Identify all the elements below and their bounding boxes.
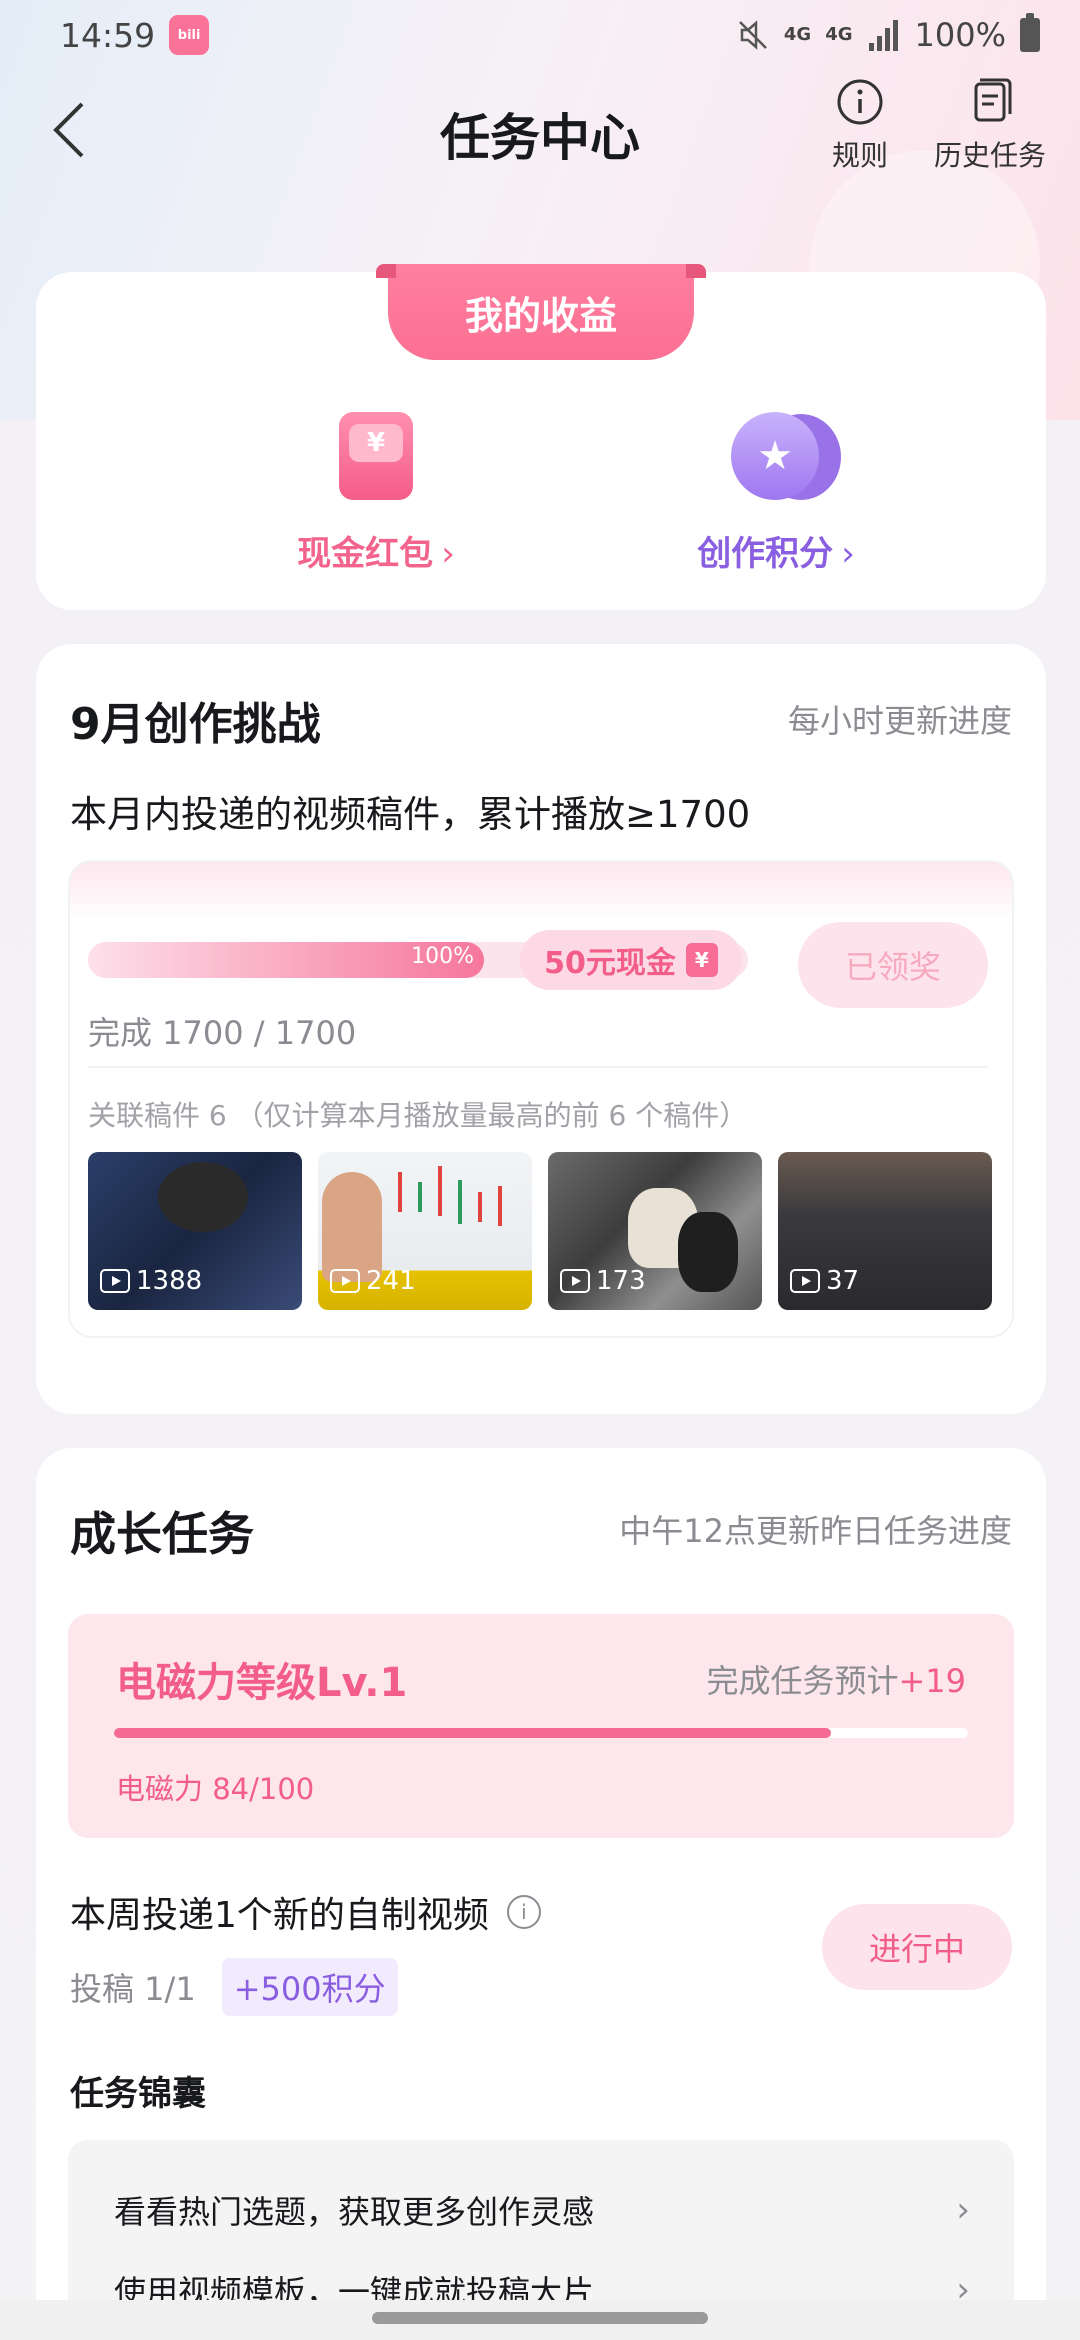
related-videos-text: 关联稿件 6 （仅计算本月播放量最高的前 6 个稿件） xyxy=(88,1099,748,1132)
challenge-title: 9月创作挑战 xyxy=(70,699,321,750)
level-estimate-value: +19 xyxy=(898,1662,966,1700)
document-icon xyxy=(974,78,1012,122)
info-icon[interactable]: i xyxy=(506,1895,541,1929)
level-estimate-label: 完成任务预计 xyxy=(706,1662,899,1700)
play-count: 1388 xyxy=(136,1266,203,1296)
task-points-badge: +500积分 xyxy=(221,1958,398,2016)
video-thumbnail[interactable]: 173 xyxy=(548,1152,762,1310)
mute-icon xyxy=(739,20,767,50)
nav-bar: 任务中心 规则 历史任务 xyxy=(0,70,1080,190)
red-packet-icon: ¥ xyxy=(331,412,421,502)
tip-label: 看看热门选题，获取更多创作灵感 xyxy=(114,2193,595,2231)
reward-badge: 50元现金 ¥ xyxy=(520,930,742,990)
my-earnings-tab: 我的收益 xyxy=(376,264,706,360)
play-count-icon xyxy=(100,1269,130,1293)
monthly-challenge-card: 9月创作挑战 每小时更新进度 本月内投递的视频稿件，累计播放≥1700 100%… xyxy=(36,644,1046,1414)
play-count: 241 xyxy=(366,1266,416,1296)
battery-icon xyxy=(1020,13,1040,52)
weekly-task: 本周投递1个新的自制视频 i xyxy=(70,1886,541,1938)
completion-text: 完成 1700 / 1700 xyxy=(88,1014,357,1052)
yen-symbol: ¥ xyxy=(349,424,403,462)
progress-percent: 100% xyxy=(411,944,474,969)
history-tasks-label: 历史任务 xyxy=(933,139,1046,172)
page-title: 任务中心 xyxy=(440,109,640,167)
level-value: 电磁力 84/100 xyxy=(116,1772,315,1806)
play-count: 37 xyxy=(826,1266,860,1296)
play-count-icon xyxy=(790,1269,820,1293)
my-earnings-card: 我的收益 ¥ 现金红包 › ★ 创作积分 › xyxy=(36,264,1046,610)
chevron-right-icon: › xyxy=(956,2190,970,2230)
battery-percent: 100% xyxy=(914,16,1006,54)
electromagnetic-level-box: 电磁力等级Lv.1 完成任务预计+19 电磁力 84/100 xyxy=(68,1614,1014,1838)
rules-label: 规则 xyxy=(831,139,888,172)
growth-title: 成长任务 xyxy=(70,1507,254,1561)
reward-label: 50元现金 xyxy=(544,946,676,981)
chevron-right-icon: › xyxy=(441,534,455,574)
level-title: 电磁力等级Lv.1 xyxy=(116,1660,408,1706)
play-count-icon xyxy=(560,1269,590,1293)
growth-tasks-card: 成长任务 中午12点更新昨日任务进度 电磁力等级Lv.1 完成任务预计+19 电… xyxy=(36,1448,1046,2340)
creation-points-button[interactable]: ★ 创作积分 › xyxy=(656,412,896,575)
creation-points-label: 创作积分 xyxy=(697,534,834,574)
bilibili-app-icon: bili xyxy=(169,15,210,55)
divider xyxy=(88,1066,988,1068)
list-item[interactable]: 看看热门选题，获取更多创作灵感 › xyxy=(114,2180,970,2240)
star-coin-icon: ★ xyxy=(731,412,841,502)
task-title: 本周投递1个新的自制视频 xyxy=(70,1895,489,1936)
task-tips-title: 任务锦囊 xyxy=(70,2074,206,2114)
status-time: 14:59 xyxy=(60,15,156,55)
level-progress-bar xyxy=(114,1728,968,1738)
challenge-description: 本月内投递的视频稿件，累计播放≥1700 xyxy=(70,793,751,836)
claimed-button[interactable]: 已领奖 xyxy=(798,922,988,1008)
challenge-update-note: 每小时更新进度 xyxy=(787,702,1012,740)
history-tasks-button[interactable]: 历史任务 xyxy=(920,78,1060,174)
network-4g-label: 4G xyxy=(783,24,812,45)
task-details: 投稿 1/1 +500积分 xyxy=(70,1958,398,2016)
chevron-right-icon: › xyxy=(841,534,855,574)
yen-icon: ¥ xyxy=(685,943,718,977)
video-thumbnails: 1388 241 173 37 xyxy=(88,1152,994,1312)
cash-red-packet-button[interactable]: ¥ 现金红包 › xyxy=(256,412,496,575)
video-thumbnail[interactable]: 241 xyxy=(318,1152,532,1310)
play-count-icon xyxy=(330,1269,360,1293)
home-indicator[interactable] xyxy=(372,2312,708,2324)
level-progress-fill xyxy=(114,1728,832,1738)
network-4g-label-2: 4G xyxy=(825,24,853,45)
challenge-progress-fill: 100% xyxy=(88,942,484,978)
video-thumbnail[interactable]: 1388 xyxy=(88,1152,302,1310)
in-progress-button[interactable]: 进行中 xyxy=(822,1904,1012,1990)
info-circle-icon xyxy=(837,79,883,125)
task-count: 投稿 1/1 xyxy=(70,1970,196,2008)
video-thumbnail[interactable]: 37 xyxy=(778,1152,992,1310)
play-count: 173 xyxy=(596,1266,646,1296)
growth-update-note: 中午12点更新昨日任务进度 xyxy=(619,1512,1012,1550)
cash-red-packet-label: 现金红包 xyxy=(297,534,434,574)
level-estimate: 完成任务预计+19 xyxy=(706,1656,966,1702)
signal-icon xyxy=(868,20,898,51)
challenge-progress-box: 100% 50元现金 ¥ 已领奖 完成 1700 / 1700 关联稿件 6 （… xyxy=(68,860,1014,1338)
status-bar: 14:59 bili 4G 4G 100% xyxy=(0,0,1080,70)
rules-button[interactable]: 规则 xyxy=(820,78,900,174)
